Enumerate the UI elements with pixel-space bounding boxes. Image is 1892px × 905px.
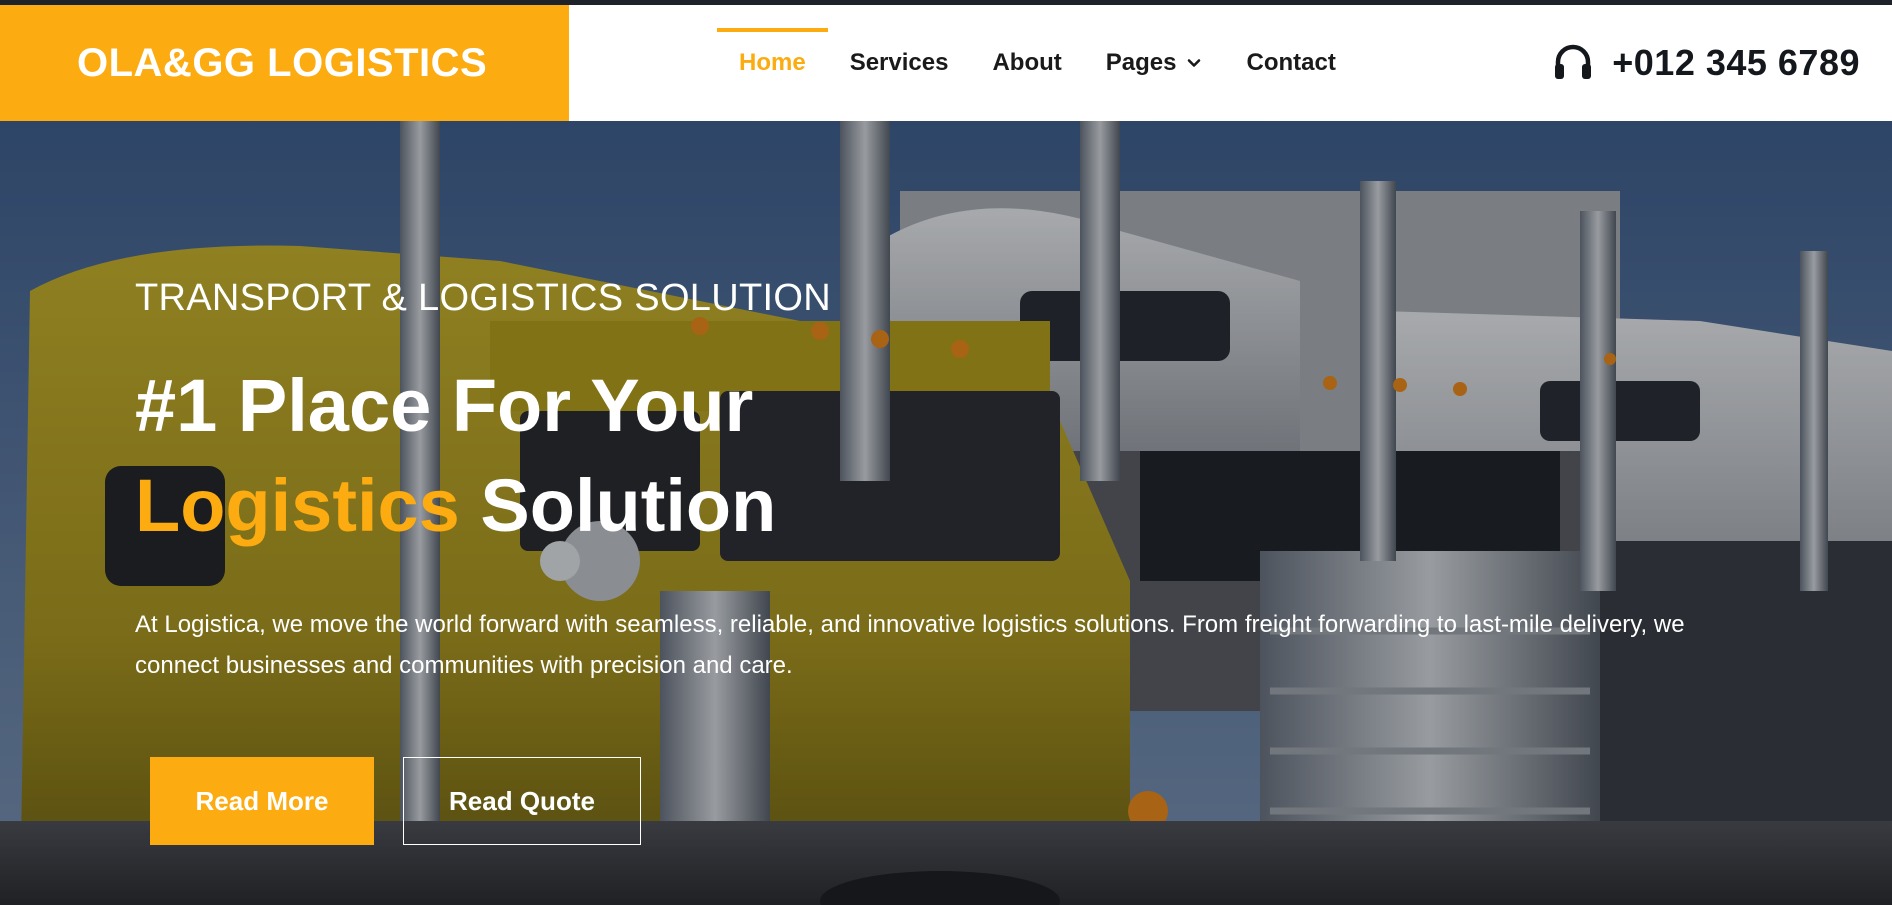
- nav-home-label: Home: [739, 49, 806, 76]
- nav-about[interactable]: About: [970, 5, 1083, 121]
- hero-headline-rest: Solution: [480, 464, 777, 547]
- chevron-down-icon: [1188, 59, 1201, 67]
- read-more-button[interactable]: Read More: [150, 757, 374, 845]
- header-phone[interactable]: +012 345 6789: [1552, 5, 1860, 121]
- nav-pages-label: Pages: [1105, 49, 1177, 76]
- nav-services[interactable]: Services: [828, 5, 971, 121]
- nav-home[interactable]: Home: [717, 5, 828, 121]
- nav-services-label: Services: [849, 49, 949, 76]
- main-nav: Home Services About Pages Contact: [717, 5, 1358, 121]
- read-quote-button[interactable]: Read Quote: [403, 757, 641, 845]
- hero-description: At Logistica, we move the world forward …: [135, 611, 1685, 679]
- brand-name: OLA&GG LOGISTICS: [77, 40, 488, 85]
- hero-headline: #1 Place For Your Logistics Solution: [135, 356, 776, 556]
- nav-pages[interactable]: Pages: [1084, 5, 1225, 121]
- read-quote-label: Read Quote: [449, 785, 595, 816]
- hero-headline-accent: Logistics: [135, 464, 460, 547]
- brand-logo[interactable]: OLA&GG LOGISTICS: [0, 5, 569, 121]
- hero-headline-line1: #1 Place For Your: [135, 364, 754, 447]
- nav-contact[interactable]: Contact: [1224, 5, 1357, 121]
- hero-section: TRANSPORT & LOGISTICS SOLUTION #1 Place …: [0, 121, 1892, 905]
- nav-about-label: About: [992, 49, 1062, 76]
- nav-contact-label: Contact: [1246, 49, 1336, 76]
- read-more-label: Read More: [195, 785, 329, 816]
- headphones-icon: [1555, 44, 1592, 79]
- hero-eyebrow: TRANSPORT & LOGISTICS SOLUTION: [135, 277, 831, 319]
- phone-number: +012 345 6789: [1612, 42, 1860, 83]
